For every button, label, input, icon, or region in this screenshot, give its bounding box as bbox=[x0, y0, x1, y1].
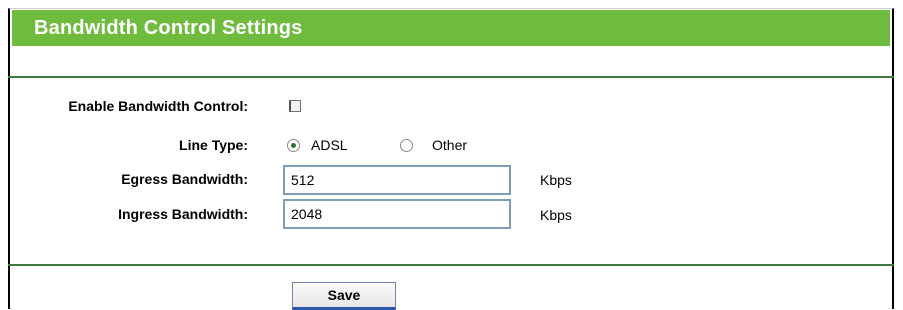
ingress-bandwidth-label: Ingress Bandwidth: bbox=[118, 206, 248, 222]
ingress-bandwidth-input[interactable] bbox=[283, 199, 511, 229]
enable-bandwidth-checkbox[interactable] bbox=[289, 100, 301, 112]
egress-bandwidth-input[interactable] bbox=[283, 165, 511, 195]
top-divider bbox=[8, 76, 894, 78]
radio-selected-dot bbox=[291, 143, 296, 148]
ingress-unit: Kbps bbox=[540, 207, 572, 223]
line-type-label: Line Type: bbox=[179, 137, 248, 153]
bottom-divider bbox=[8, 264, 894, 266]
line-type-other-radio[interactable] bbox=[400, 139, 413, 152]
page-title: Bandwidth Control Settings bbox=[12, 10, 890, 46]
line-type-adsl-label: ADSL bbox=[311, 137, 348, 153]
egress-unit: Kbps bbox=[540, 172, 572, 188]
line-type-adsl-radio[interactable] bbox=[287, 139, 300, 152]
egress-bandwidth-label: Egress Bandwidth: bbox=[121, 171, 248, 187]
save-button[interactable]: Save bbox=[292, 282, 396, 310]
line-type-other-label: Other bbox=[432, 137, 468, 153]
enable-bandwidth-label: Enable Bandwidth Control: bbox=[68, 98, 248, 114]
